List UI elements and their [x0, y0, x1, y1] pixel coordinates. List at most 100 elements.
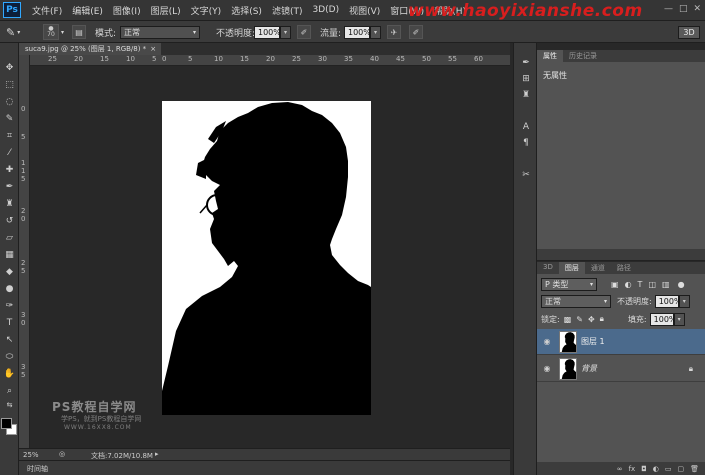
filter-toggle-icon[interactable]: ● [678, 280, 685, 289]
minimize-icon[interactable]: — [664, 4, 673, 14]
visibility-eye-icon[interactable]: ◉ [537, 337, 557, 346]
ruler-horizontal[interactable]: 25 20 15 10 5 0 5 10 15 20 25 30 35 40 4… [30, 55, 510, 66]
document-tab[interactable]: suca9.jpg @ 25% (图层 1, RGB/8) * × [19, 43, 161, 55]
menu-edit[interactable]: 编辑(E) [67, 4, 108, 17]
close-tab-icon[interactable]: × [150, 45, 156, 53]
ruler-vertical[interactable]: 0 5 1 1 5 2 0 2 5 3 0 3 5 [19, 55, 30, 448]
opacity-field[interactable]: 100% ▾ [254, 25, 291, 39]
eraser-tool-icon[interactable]: ▱ [0, 229, 19, 246]
chevron-down-icon[interactable]: ▾ [280, 25, 291, 39]
blend-mode-select[interactable]: 正常 ▾ [541, 294, 611, 308]
filter-pixel-icon[interactable]: ▣ [611, 280, 619, 289]
lock-all-icon[interactable]: 🔒︎ [600, 314, 604, 324]
filter-type-icon[interactable]: T [638, 280, 643, 289]
layer-opacity-field[interactable]: 100% [654, 294, 682, 308]
zoom-tool-icon[interactable]: ⌕ [0, 382, 19, 399]
tab-paths[interactable]: 路径 [611, 262, 637, 274]
tab-layers[interactable]: 图层 [558, 262, 585, 274]
dodge-tool-icon[interactable]: ● [0, 280, 19, 297]
menu-select[interactable]: 选择(S) [226, 4, 267, 17]
layer-row-layer1[interactable]: ◉ 图层 1 [537, 329, 705, 355]
chevron-down-icon[interactable]: ▾ [673, 312, 685, 326]
lock-position-icon[interactable]: ✥ [588, 315, 595, 324]
mode-select[interactable]: 正常 ▾ [120, 25, 200, 39]
menu-view[interactable]: 视图(V) [344, 4, 385, 17]
layer-name[interactable]: 背景 [581, 363, 597, 374]
history-brush-tool-icon[interactable]: ↺ [0, 212, 19, 229]
close-icon[interactable]: ✕ [693, 4, 701, 14]
marquee-tool-icon[interactable]: ⬚ [0, 76, 19, 93]
layer-name[interactable]: 图层 1 [581, 336, 605, 347]
tools-settings-icon[interactable]: ✂ [514, 167, 538, 183]
brush-preset-icon[interactable]: ✎ ▾ [6, 25, 20, 39]
brush-presets-icon[interactable]: ✒ [514, 55, 538, 71]
menu-layer[interactable]: 图层(L) [146, 4, 186, 17]
tab-history[interactable]: 历史记录 [563, 50, 603, 62]
lasso-tool-icon[interactable]: ◌ [0, 93, 19, 110]
gradient-tool-icon[interactable]: ▦ [0, 246, 19, 263]
tab-3d[interactable]: 3D [537, 262, 559, 274]
menu-type[interactable]: 文字(Y) [186, 4, 227, 17]
layer-style-icon[interactable]: fx [629, 465, 636, 473]
menu-file[interactable]: 文件(F) [27, 4, 67, 17]
chevron-down-icon[interactable]: ▾ [370, 25, 381, 39]
opacity-label: 不透明度: [216, 28, 256, 39]
new-layer-icon[interactable]: ▢ [677, 465, 684, 473]
menu-3d[interactable]: 3D(D) [307, 5, 344, 15]
delete-layer-icon[interactable]: 🗑︎ [690, 465, 699, 473]
shape-tool-icon[interactable]: ⬭ [0, 348, 19, 365]
timeline-tab[interactable]: 时间轴 [27, 464, 48, 474]
move-tool-icon[interactable]: ✥ [0, 59, 19, 76]
link-layers-icon[interactable]: ∞ [617, 465, 623, 473]
pressure-opacity-button[interactable]: ✐ [297, 25, 311, 39]
swap-colors-icon[interactable]: ⇆ [0, 399, 19, 411]
filter-smart-icon[interactable]: ▥ [662, 280, 670, 289]
brush-size-picker[interactable]: ● 70 ▾ [43, 24, 64, 40]
quick-select-tool-icon[interactable]: ✎ [0, 110, 19, 127]
visibility-eye-icon[interactable]: ◉ [537, 364, 557, 373]
ruler-number: 55 [448, 55, 457, 63]
menu-filter[interactable]: 滤镜(T) [267, 4, 308, 17]
zoom-level[interactable]: 25% [23, 451, 39, 459]
add-mask-icon[interactable]: ◘ [641, 465, 647, 473]
foreground-color-swatch[interactable] [1, 418, 12, 429]
clone-stamp-tool-icon[interactable]: ♜ [0, 195, 19, 212]
tab-channels[interactable]: 通道 [585, 262, 611, 274]
chevron-down-icon[interactable]: ▾ [678, 294, 690, 308]
layer-thumbnail-silhouette [561, 331, 576, 352]
path-select-tool-icon[interactable]: ↖ [0, 331, 19, 348]
layer-row-background[interactable]: ◉ 背景 🔒︎ [537, 356, 705, 382]
blur-tool-icon[interactable]: ◆ [0, 263, 19, 280]
clone-source-icon[interactable]: ♜ [514, 87, 538, 103]
menu-image[interactable]: 图像(I) [108, 4, 146, 17]
layer-filter-select[interactable]: P 类型 ▾ [541, 277, 597, 291]
eyedropper-tool-icon[interactable]: ⁄ [0, 144, 19, 161]
character-icon[interactable]: A [514, 119, 538, 135]
pen-tool-icon[interactable]: ✑ [0, 297, 19, 314]
tab-properties[interactable]: 属性 [537, 50, 563, 62]
filter-adjust-icon[interactable]: ◐ [625, 280, 632, 289]
brush-panel-toggle[interactable]: ▤ [72, 25, 86, 39]
pressure-size-button[interactable]: ✐ [409, 25, 423, 39]
adjustment-layer-icon[interactable]: ◐ [653, 465, 659, 473]
type-tool-icon[interactable]: T [0, 314, 19, 331]
lock-transparent-icon[interactable]: ▩ [564, 315, 572, 324]
paragraph-icon[interactable]: ¶ [514, 135, 538, 151]
brush-tool-icon[interactable]: ✒ [0, 178, 19, 195]
document-image[interactable] [162, 101, 371, 415]
fill-field[interactable]: 100% [649, 312, 677, 326]
status-menu-arrow-icon[interactable]: ▸ [155, 450, 159, 458]
chevron-down-icon: ▾ [589, 280, 593, 288]
lock-image-icon[interactable]: ✎ [576, 315, 583, 324]
new-group-icon[interactable]: ▭ [665, 465, 672, 473]
airbrush-button[interactable]: ✈ [387, 25, 401, 39]
adjust-icon[interactable]: ⊞ [514, 71, 538, 87]
hand-tool-icon[interactable]: ✋ [0, 365, 19, 382]
status-info-icon[interactable]: ◎ [59, 450, 65, 458]
healing-brush-tool-icon[interactable]: ✚ [0, 161, 19, 178]
flow-field[interactable]: 100% ▾ [344, 25, 381, 39]
crop-tool-icon[interactable]: ⌗ [0, 127, 19, 144]
filter-shape-icon[interactable]: ◫ [648, 280, 656, 289]
maximize-icon[interactable]: □ [679, 4, 688, 14]
workspace-switcher[interactable]: 3D [678, 25, 700, 39]
